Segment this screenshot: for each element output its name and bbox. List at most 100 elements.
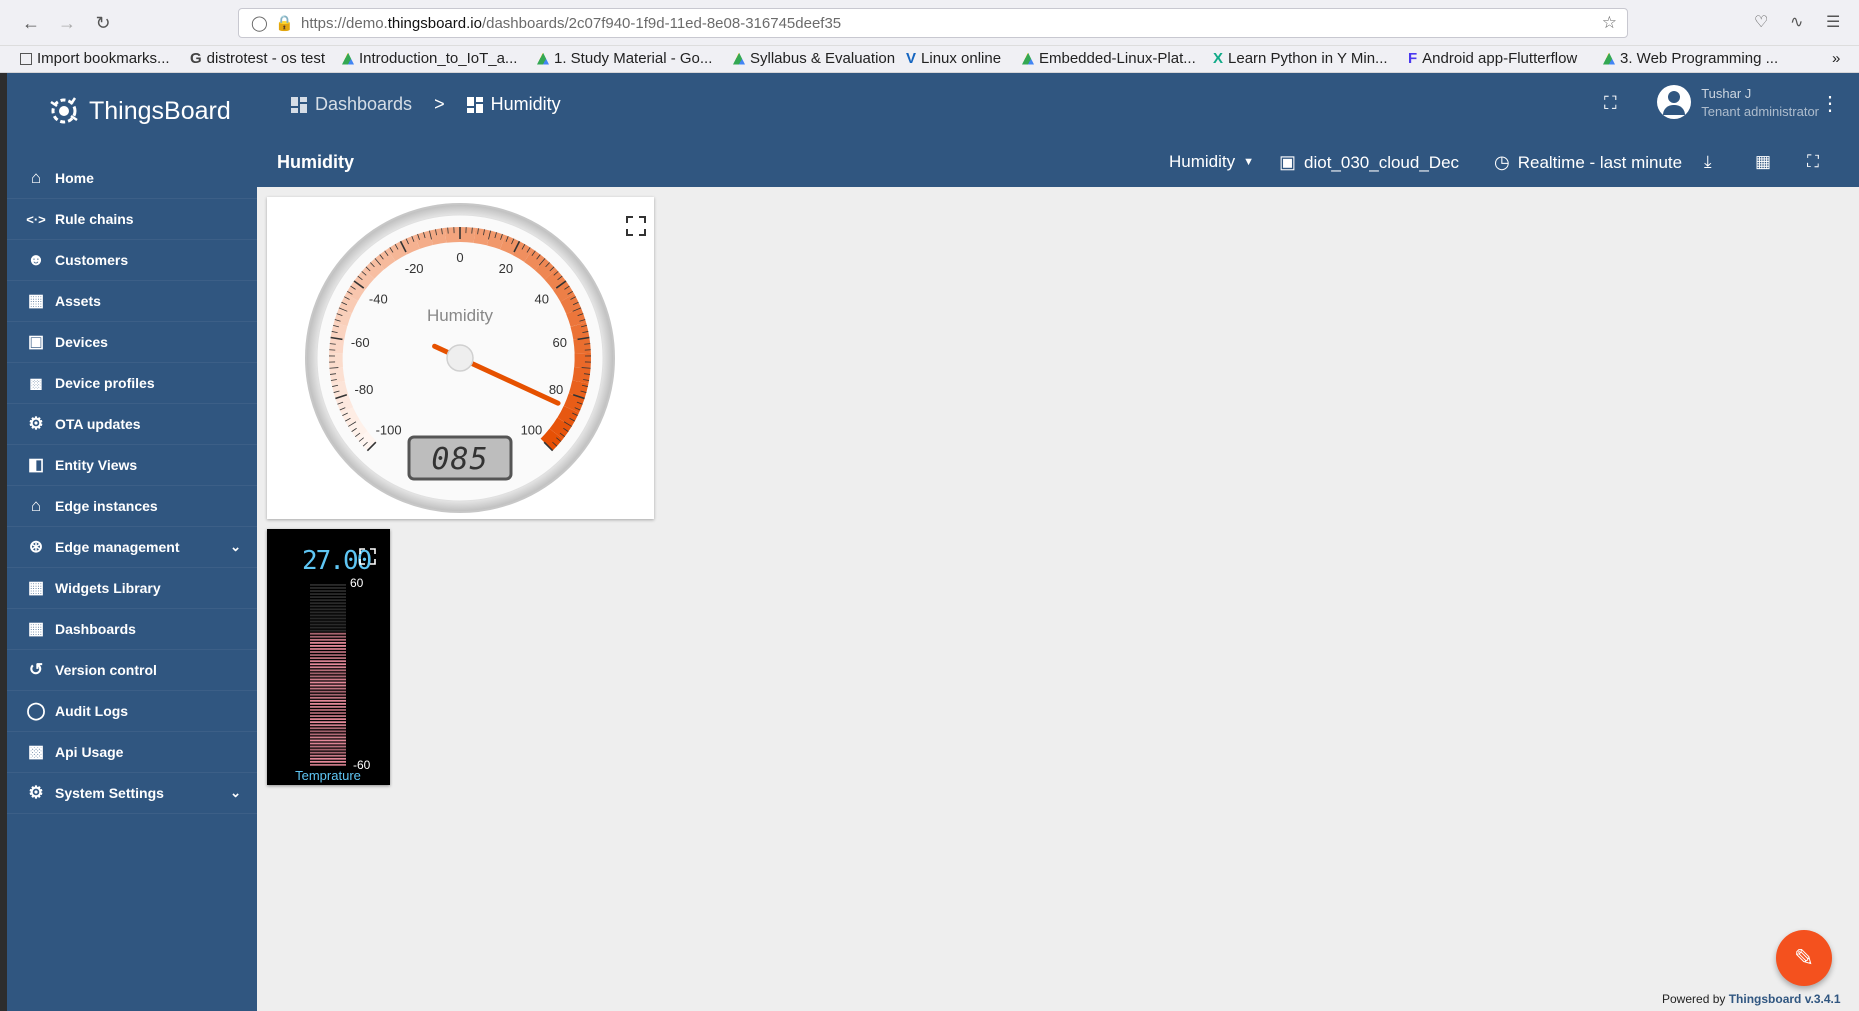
bookmark-distrotest[interactable]: Gdistrotest - os test <box>190 50 325 67</box>
thermometer-bar <box>310 675 346 678</box>
entity-alias-select[interactable]: ▣ diot_030_cloud_Dec <box>1279 152 1459 173</box>
chevron-down-icon[interactable]: ⌄ <box>230 539 241 555</box>
sidebar-item-device-profiles[interactable]: ▩ Device profiles <box>7 363 257 404</box>
shield-icon: ◯ <box>251 15 268 32</box>
thermometer-bar <box>310 760 346 763</box>
gauge-value: 085 <box>431 442 488 477</box>
thermometer-bar <box>310 736 346 739</box>
ota-icon: ⚙ <box>28 414 44 433</box>
sidebar-item-ota-updates[interactable]: ⚙ OTA updates <box>7 404 257 445</box>
powered-by: Powered by Thingsboard v.3.4.1 <box>1662 992 1841 1006</box>
thermometer-bar <box>310 721 346 724</box>
devices-icon: ▣ <box>27 332 45 351</box>
timewindow-select[interactable]: ◷ Realtime - last minute <box>1494 152 1682 173</box>
rule-chain-icon: <·> <box>26 211 46 227</box>
thermometer-bar <box>310 724 346 727</box>
more-bookmarks-icon[interactable]: » <box>1832 50 1840 67</box>
entity-views-icon: ◧ <box>27 455 45 474</box>
edit-dashboard-button[interactable]: ✎ <box>1776 930 1832 986</box>
thingsboard-logo-icon <box>50 97 78 124</box>
bookmark-python[interactable]: X Learn Python in Y Min... <box>1213 50 1388 67</box>
thermometer-bar <box>310 623 346 626</box>
bookmark-iot[interactable]: Introduction_to_IoT_a... <box>342 50 517 67</box>
chevron-down-icon[interactable]: ⌄ <box>230 785 241 801</box>
gear-icon: ⚙ <box>28 783 44 802</box>
gauge-tick-label: 80 <box>549 382 563 397</box>
fullscreen-icon[interactable] <box>626 216 646 236</box>
drive-icon <box>733 52 745 65</box>
sidebar-item-assets[interactable]: ▦ Assets <box>7 281 257 322</box>
thermometer-bar <box>310 678 346 681</box>
gauge-tick-label: -40 <box>369 292 388 307</box>
history-icon: ↺ <box>28 660 44 679</box>
sidebar-item-edge-instances[interactable]: ⌂ Edge instances <box>7 486 257 527</box>
rss-icon[interactable]: ∿ <box>1790 12 1803 32</box>
dashboard-canvas: -100 -80 -60 -40 -20 0 20 40 60 80 100 Humidity 08… <box>257 187 1859 1011</box>
user-menu[interactable]: Tushar J Tenant administrator <box>1657 85 1819 119</box>
reload-icon[interactable]: ↻ <box>90 10 116 36</box>
bookmark-import[interactable]: Import bookmarks... <box>20 50 170 67</box>
gauge-tick <box>447 227 449 234</box>
sidebar-item-devices[interactable]: ▣ Devices <box>7 322 257 363</box>
thermometer-svg: 27.00 60 -60 Temprature <box>295 546 376 783</box>
dashboard-icon: ▦ <box>27 619 45 638</box>
sidebar-item-home[interactable]: ⌂ Home <box>7 158 257 199</box>
sidebar-item-dashboards[interactable]: ▦ Dashboards <box>7 609 257 650</box>
lock-icon: 🔒 <box>275 15 294 32</box>
bookmark-syllabus[interactable]: Syllabus & Evaluation <box>733 50 895 67</box>
breadcrumb: Dashboards > Humidity <box>291 94 561 115</box>
bookmark-webprog[interactable]: 3. Web Programming ... <box>1603 50 1778 67</box>
thingsboard-version-link[interactable]: Thingsboard v.3.4.1 <box>1729 992 1841 1006</box>
menu-icon[interactable]: ☰ <box>1826 12 1840 32</box>
bookmark-linux[interactable]: V Linux online <box>906 50 1001 67</box>
download-icon[interactable]: ⤓ <box>1704 152 1712 172</box>
fullscreen-icon[interactable]: ⛶ <box>1807 152 1819 172</box>
sidebar: ThingsBoard ⌂ Home <·> Rule chains ☻ Cus… <box>7 73 257 1011</box>
thermometer-label: Temprature <box>295 768 361 783</box>
bookmark-embedded[interactable]: Embedded-Linux-Plat... <box>1022 50 1196 67</box>
bookmark-flutterflow[interactable]: F Android app-Flutterflow <box>1408 50 1577 67</box>
drive-icon <box>537 52 549 65</box>
thermometer-bar <box>310 669 346 672</box>
thermometer-bar <box>310 657 346 660</box>
antenna-icon: ⊛ <box>28 537 44 556</box>
back-icon[interactable]: ← <box>18 10 44 36</box>
thermometer-bar <box>310 754 346 757</box>
address-bar[interactable]: ◯ 🔒 https://demo.thingsboard.io/dashboar… <box>238 8 1628 38</box>
state-select[interactable]: Humidity ▼ <box>1169 152 1254 172</box>
sidebar-item-audit-logs[interactable]: ◯ Audit Logs <box>7 691 257 732</box>
bookmark-study[interactable]: 1. Study Material - Go... <box>537 50 712 67</box>
forward-icon[interactable]: → <box>54 10 80 36</box>
sidebar-item-system-settings[interactable]: ⚙ System Settings ⌄ <box>7 773 257 814</box>
drive-icon <box>1603 52 1615 65</box>
breadcrumb-dashboards[interactable]: Dashboards <box>315 94 412 115</box>
more-vert-icon[interactable]: ⋮ <box>1820 91 1840 116</box>
bookmarks-bar: Import bookmarks... Gdistrotest - os tes… <box>0 46 1859 73</box>
export-image-icon[interactable]: ▦ <box>1755 152 1771 172</box>
sidebar-item-api-usage[interactable]: ▩ Api Usage <box>7 732 257 773</box>
gauge-tick-label: 100 <box>521 422 543 437</box>
gauge-title: Humidity <box>427 306 494 325</box>
thermometer-bar <box>310 763 346 766</box>
thingsboard-logo[interactable]: ThingsBoard <box>45 88 231 134</box>
gauge-widget: -100 -80 -60 -40 -20 0 20 40 60 80 100 Humidity 08… <box>267 197 654 519</box>
thermometer-bar <box>310 699 346 702</box>
user-name: Tushar J <box>1701 85 1752 101</box>
star-icon[interactable]: ☆ <box>1602 13 1617 33</box>
thermometer-bar <box>310 739 346 742</box>
thermometer-bar <box>310 638 346 641</box>
thermometer-bar <box>310 617 346 620</box>
sidebar-item-entity-views[interactable]: ◧ Entity Views <box>7 445 257 486</box>
sidebar-item-edge-management[interactable]: ⊛ Edge management ⌄ <box>7 527 257 568</box>
thermometer-bar <box>310 748 346 751</box>
thermometer-bar <box>310 693 346 696</box>
fullscreen-icon[interactable]: ⛶ <box>1604 93 1617 114</box>
thermometer-bar <box>310 718 346 721</box>
sidebar-item-customers[interactable]: ☻ Customers <box>7 240 257 281</box>
pocket-icon[interactable]: ♡ <box>1754 12 1768 32</box>
widgets-icon: ▦ <box>27 578 45 597</box>
sidebar-item-rule-chains[interactable]: <·> Rule chains <box>7 199 257 240</box>
sidebar-item-version-control[interactable]: ↺ Version control <box>7 650 257 691</box>
thermometer-bar <box>310 645 346 647</box>
sidebar-item-widgets-library[interactable]: ▦ Widgets Library <box>7 568 257 609</box>
